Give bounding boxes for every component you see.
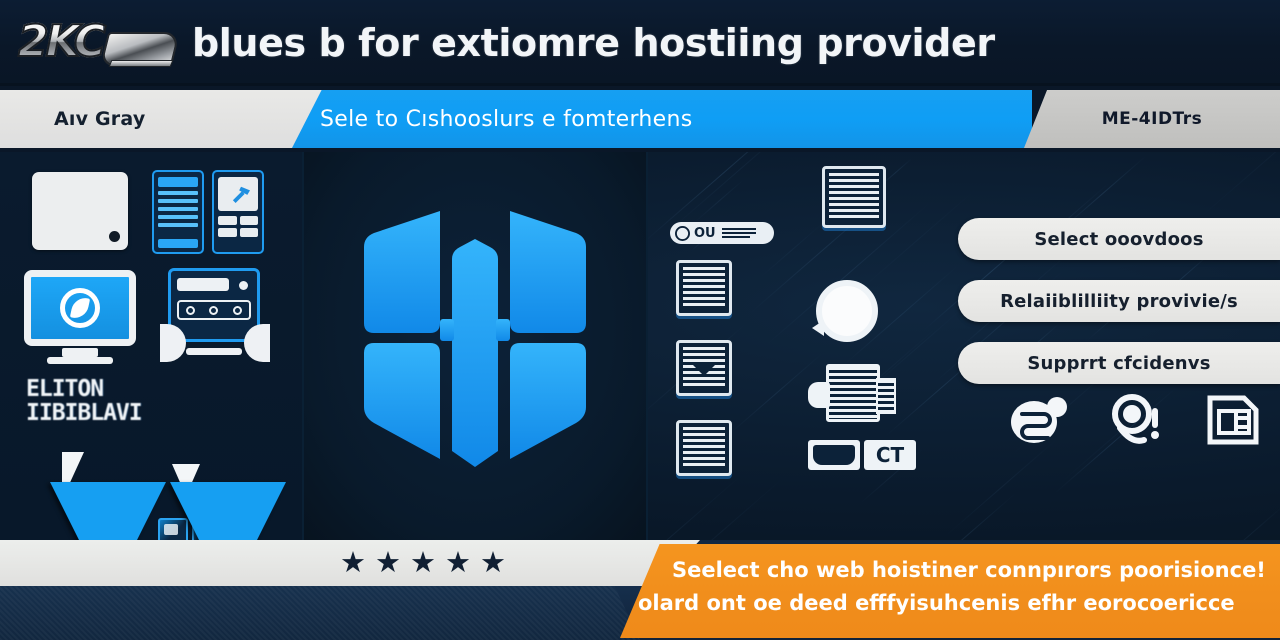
shield-badge-icon bbox=[808, 440, 860, 470]
rating-star: ★ bbox=[375, 549, 401, 578]
server-base bbox=[186, 348, 242, 355]
glitch-text-block: ELITON IIBIBLAVI bbox=[26, 377, 176, 425]
rating-star: ★ bbox=[480, 549, 506, 578]
down-arrow-icon bbox=[170, 482, 286, 540]
monitor-logo-icon bbox=[24, 270, 136, 364]
document-large-icon bbox=[822, 166, 886, 228]
nav-center-label: Sele to Cıshooslurs e fomterhens bbox=[320, 107, 693, 132]
navigation-bar: Aıv Gray Sele to Cıshooslurs e fomterhen… bbox=[0, 86, 1280, 152]
footer-texture bbox=[0, 586, 640, 640]
glitch-line-2: IIBIBLAVI bbox=[26, 401, 176, 425]
refresh-icon bbox=[816, 280, 878, 342]
hexagon-shield-logo bbox=[360, 201, 590, 491]
page-header: 2KC blues b for extiomre hostiing provid… bbox=[0, 0, 1280, 86]
right-content-panel: OU CT Select ooovdoos Relaiiblilliity pr… bbox=[648, 152, 1280, 540]
leaf-logo-icon bbox=[60, 288, 100, 328]
rating-strip: ★ ★ ★ ★ ★ bbox=[0, 540, 700, 586]
search-alert-icon[interactable] bbox=[1108, 394, 1166, 448]
nav-left-label: Aıv Gray bbox=[54, 108, 145, 130]
document-icon bbox=[676, 420, 732, 476]
bottom-icon-row bbox=[1010, 394, 1264, 448]
nav-item-right[interactable]: ME-4IDTrs bbox=[1024, 90, 1280, 148]
nav-right-label: ME-4IDTrs bbox=[1102, 109, 1203, 129]
page-footer: ★ ★ ★ ★ ★ Seelect cho web hoistiner connpıro… bbox=[0, 540, 1280, 640]
support-chat-icon[interactable] bbox=[1010, 394, 1068, 448]
main-content: ELITON IIBIBLAVI OU CT Select ooovdoos R… bbox=[0, 152, 1280, 540]
form-list-icon bbox=[152, 170, 204, 254]
printer-icon bbox=[808, 364, 896, 422]
ct-badge-icon: CT bbox=[808, 440, 916, 470]
form-tools-icon bbox=[212, 170, 264, 254]
reliability-providers-button[interactable]: Relaiiblilliity provivie/s bbox=[958, 280, 1280, 322]
page-title: blues b for extiomre hostiing provider bbox=[192, 21, 995, 65]
document-icon bbox=[676, 260, 732, 316]
document-download-icon bbox=[676, 340, 732, 396]
promo-line-2: olard ont oe deed efffyisuhcenis efhr eo… bbox=[638, 587, 1264, 620]
rating-star: ★ bbox=[410, 549, 436, 578]
ct-label: CT bbox=[864, 440, 916, 470]
server-wing-right bbox=[244, 324, 270, 362]
glitch-line-1: ELITON bbox=[26, 377, 176, 401]
promo-line-1: Seelect cho web hoistiner connpırors poo… bbox=[672, 554, 1264, 587]
circle-icon bbox=[675, 226, 690, 241]
rating-star: ★ bbox=[340, 549, 366, 578]
chevron-down-icon bbox=[691, 363, 717, 377]
nav-item-center[interactable]: Sele to Cıshooslurs e fomterhens bbox=[292, 90, 1032, 148]
blank-card-icon bbox=[32, 172, 128, 250]
brand-logo-bar bbox=[109, 60, 174, 67]
tag-label: OU bbox=[694, 226, 716, 241]
down-arrow-icon bbox=[50, 482, 166, 540]
brand-logo-text: 2KC bbox=[18, 16, 103, 67]
page-root: 2KC blues b for extiomre hostiing provid… bbox=[0, 0, 1280, 640]
tag-badge: OU bbox=[670, 222, 774, 244]
lines-icon bbox=[722, 227, 756, 239]
support-clients-button[interactable]: Supprrt cfcidenvs bbox=[958, 342, 1280, 384]
select-ooovdoos-button[interactable]: Select ooovdoos bbox=[958, 218, 1280, 260]
rating-star: ★ bbox=[445, 549, 471, 578]
left-icon-panel: ELITON IIBIBLAVI bbox=[0, 152, 304, 540]
brand-chrome-logo[interactable]: 2KC bbox=[18, 14, 178, 72]
hammer-icon bbox=[230, 185, 252, 203]
file-list-icon[interactable] bbox=[1206, 394, 1264, 448]
promo-banner: Seelect cho web hoistiner connpırors poo… bbox=[620, 544, 1280, 638]
center-logo-panel bbox=[304, 152, 648, 540]
